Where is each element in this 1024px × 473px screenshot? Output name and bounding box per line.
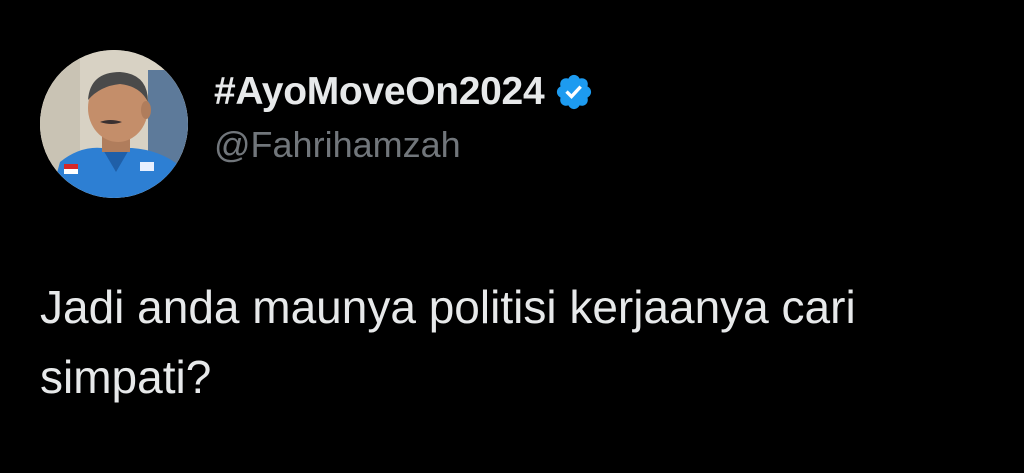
verified-badge-icon: [554, 72, 594, 112]
avatar[interactable]: [40, 50, 188, 198]
tweet-card: #AyoMoveOn2024 @Fahrihamzah Jadi anda ma…: [0, 0, 1024, 473]
user-handle[interactable]: @Fahrihamzah: [214, 124, 594, 166]
tweet-text: Jadi anda maunya politisi kerjaanya cari…: [40, 281, 856, 403]
tweet-header: #AyoMoveOn2024 @Fahrihamzah: [214, 64, 594, 166]
display-name[interactable]: #AyoMoveOn2024: [214, 70, 545, 114]
name-row: #AyoMoveOn2024: [214, 64, 594, 120]
profile-photo-icon: [40, 50, 188, 198]
